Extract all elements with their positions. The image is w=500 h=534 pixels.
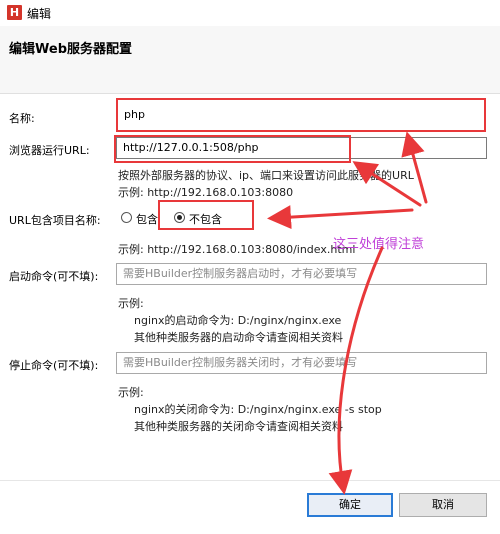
radio-exclude[interactable] xyxy=(174,212,185,223)
start-cmd-input[interactable]: 需要HBuilder控制服务器启动时，才有必要填写 xyxy=(116,263,487,285)
dialog-header xyxy=(0,26,500,94)
radio-include-label[interactable]: 包含 xyxy=(136,211,158,227)
start-cmd-label: 启动命令(可不填): xyxy=(9,270,99,283)
annotation-note: 这三处值得注意 xyxy=(333,237,425,252)
window-title: 编辑 xyxy=(27,7,52,21)
highlight-box-url xyxy=(114,135,351,163)
start-cmd-example-line2: 其他种类服务器的启动命令请查阅相关资料 xyxy=(134,331,343,344)
name-label: 名称: xyxy=(9,112,35,125)
stop-cmd-example-line1: nginx的关闭命令为: D:/nginx/nginx.exe -s stop xyxy=(134,403,382,416)
url-include-example: 示例: http://192.168.0.103:8080/index.html xyxy=(118,243,356,256)
arrow-to-exclude xyxy=(267,205,414,230)
url-hint: 按照外部服务器的协议、ip、端口来设置访问此服务器的URL xyxy=(118,169,414,182)
url-label: 浏览器运行URL: xyxy=(9,144,90,157)
footer-divider xyxy=(0,480,500,481)
url-example: 示例: http://192.168.0.103:8080 xyxy=(118,186,294,199)
start-cmd-example-line1: nginx的启动命令为: D:/nginx/nginx.exe xyxy=(134,314,342,327)
cancel-button[interactable]: 取消 xyxy=(399,493,487,517)
radio-exclude-label[interactable]: 不包含 xyxy=(189,211,222,227)
radio-selected-dot xyxy=(177,215,182,220)
name-input[interactable]: php xyxy=(118,106,244,126)
hbuilder-app-icon: H xyxy=(7,5,22,20)
ok-button[interactable]: 确定 xyxy=(307,493,393,517)
stop-cmd-example-line2: 其他种类服务器的关闭命令请查阅相关资料 xyxy=(134,420,343,433)
stop-cmd-label: 停止命令(可不填): xyxy=(9,359,99,372)
url-include-label: URL包含项目名称: xyxy=(9,214,101,227)
start-cmd-example-title: 示例: xyxy=(118,297,144,310)
stop-cmd-example-title: 示例: xyxy=(118,386,144,399)
title-bar xyxy=(0,0,500,27)
dialog-title: 编辑Web服务器配置 xyxy=(9,42,132,57)
stop-cmd-input[interactable]: 需要HBuilder控制服务器关闭时，才有必要填写 xyxy=(116,352,487,374)
radio-include[interactable] xyxy=(121,212,132,223)
